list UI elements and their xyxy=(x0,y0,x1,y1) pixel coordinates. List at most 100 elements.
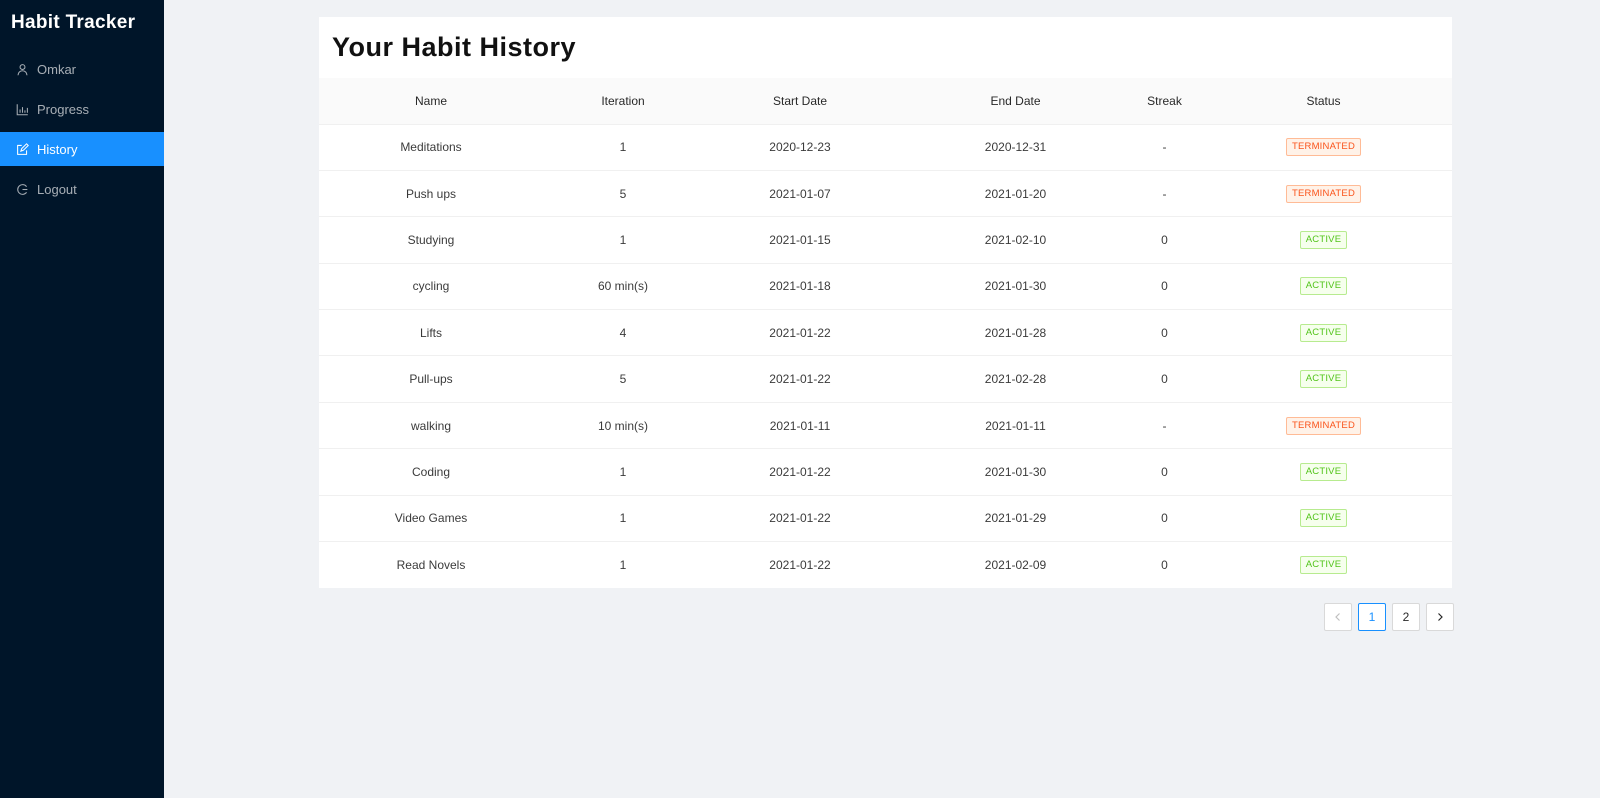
status-badge: ACTIVE xyxy=(1299,370,1348,389)
table-row[interactable]: Meditations 1 2020-12-23 2020-12-31 - TE… xyxy=(319,124,1452,171)
pagination: 1 2 xyxy=(1324,603,1454,631)
cell-end-date: 2021-01-20 xyxy=(897,170,1134,218)
table-row[interactable]: Coding 1 2021-01-22 2021-01-30 0 ACTIVE xyxy=(319,448,1452,496)
cell-start-date: 2021-01-22 xyxy=(703,448,897,496)
cell-status: ACTIVE xyxy=(1195,495,1452,543)
cell-start-date: 2021-01-18 xyxy=(703,263,897,311)
status-badge: TERMINATED xyxy=(1285,138,1362,157)
cell-status: ACTIVE xyxy=(1195,355,1452,403)
cell-status: TERMINATED xyxy=(1195,402,1452,450)
column-header-end-date[interactable]: End Date xyxy=(897,78,1134,125)
cell-streak: - xyxy=(1134,170,1195,218)
page-1-button[interactable]: 1 xyxy=(1358,603,1386,631)
status-badge: ACTIVE xyxy=(1299,277,1348,296)
cell-end-date: 2021-02-09 xyxy=(984,557,1047,572)
cell-status: ACTIVE xyxy=(1195,216,1452,264)
cell-iteration: 1 xyxy=(619,557,627,572)
cell-start-date: 2021-01-22 xyxy=(703,309,897,357)
cell-end-date: 2021-01-28 xyxy=(897,309,1134,357)
cell-name: cycling xyxy=(319,263,543,311)
cell-streak: 0 xyxy=(1134,309,1195,357)
sidebar-item-label: Omkar xyxy=(37,61,76,77)
cell-name: Lifts xyxy=(319,309,543,357)
table-row[interactable]: Push ups 5 2021-01-07 2021-01-20 - TERMI… xyxy=(319,170,1452,218)
habit-history-table: Name Iteration Start Date End Date Strea… xyxy=(319,78,1452,588)
cell-status: ACTIVE xyxy=(1195,263,1452,311)
table-row[interactable]: Pull-ups 5 2021-01-22 2021-02-28 0 ACTIV… xyxy=(319,355,1452,403)
sidebar-item-omkar[interactable]: Omkar xyxy=(0,52,164,86)
cell-start-date: 2021-01-22 xyxy=(703,495,897,543)
status-badge: ACTIVE xyxy=(1299,509,1348,528)
cell-streak: 0 xyxy=(1134,263,1195,311)
cell-name: Studying xyxy=(319,216,543,264)
page-title: Your Habit History xyxy=(332,32,577,62)
cell-streak: 0 xyxy=(1134,216,1195,264)
cell-iteration: 1 xyxy=(543,216,703,264)
cell-streak: - xyxy=(1134,402,1195,450)
cell-end-date: 2021-02-28 xyxy=(897,355,1134,403)
page-2-button[interactable]: 2 xyxy=(1392,603,1420,631)
chevron-left-icon xyxy=(1335,613,1340,621)
column-header-status[interactable]: Status xyxy=(1195,78,1452,125)
cell-streak: 0 xyxy=(1134,448,1195,496)
cell-start-date: 2020-12-23 xyxy=(703,124,897,171)
cell-end-date: 2020-12-31 xyxy=(897,124,1134,171)
user-icon xyxy=(16,63,29,76)
cell-status: ACTIVE xyxy=(1195,309,1452,357)
cell-name: Read Novels xyxy=(396,557,466,572)
bar-chart-icon xyxy=(16,103,29,116)
status-badge: ACTIVE xyxy=(1299,230,1348,249)
next-page-button[interactable] xyxy=(1426,603,1454,631)
cell-iteration: 5 xyxy=(543,170,703,218)
cell-start-date: 2021-01-07 xyxy=(703,170,897,218)
cell-iteration: 1 xyxy=(543,495,703,543)
logout-icon xyxy=(16,183,29,196)
table-row[interactable]: walking 10 min(s) 2021-01-11 2021-01-11 … xyxy=(319,402,1452,450)
cell-iteration: 5 xyxy=(543,355,703,403)
sidebar-item-logout[interactable]: Logout xyxy=(0,172,164,206)
cell-iteration: 1 xyxy=(543,124,703,171)
cell-end-date: 2021-01-30 xyxy=(897,263,1134,311)
table-row[interactable]: Studying 1 2021-01-15 2021-02-10 0 ACTIV… xyxy=(319,216,1452,264)
cell-streak: 0 xyxy=(1161,557,1168,572)
status-badge: ACTIVE xyxy=(1299,323,1348,342)
table-row[interactable]: Read Novels 1 2021-01-22 2021-02-09 0 AC… xyxy=(319,542,1452,588)
cell-name: Pull-ups xyxy=(319,355,543,403)
cell-name: Coding xyxy=(319,448,543,496)
cell-start-date: 2021-01-22 xyxy=(769,557,831,572)
prev-page-button[interactable] xyxy=(1324,603,1352,631)
cell-iteration: 1 xyxy=(543,448,703,496)
history-card: Your Habit History Name Iteration Start … xyxy=(319,17,1452,588)
sidebar-item-progress[interactable]: Progress xyxy=(0,92,164,126)
table-row[interactable]: Lifts 4 2021-01-22 2021-01-28 0 ACTIVE xyxy=(319,309,1452,357)
cell-iteration: 60 min(s) xyxy=(543,263,703,311)
cell-status: TERMINATED xyxy=(1195,170,1452,218)
table-header-row: Name Iteration Start Date End Date Strea… xyxy=(319,78,1452,125)
cell-streak: - xyxy=(1134,124,1195,171)
table-row[interactable]: Video Games 1 2021-01-22 2021-01-29 0 AC… xyxy=(319,495,1452,543)
cell-name: Meditations xyxy=(319,124,543,171)
cell-start-date: 2021-01-22 xyxy=(703,355,897,403)
cell-end-date: 2021-01-11 xyxy=(897,402,1134,450)
sidebar-item-history[interactable]: History xyxy=(0,132,164,166)
sidebar-item-label: Logout xyxy=(37,181,77,197)
cell-name: Video Games xyxy=(319,495,543,543)
cell-iteration: 10 min(s) xyxy=(543,402,703,450)
edit-icon xyxy=(16,142,29,156)
column-header-streak[interactable]: Streak xyxy=(1134,78,1195,125)
cell-end-date: 2021-01-29 xyxy=(897,495,1134,543)
cell-streak: 0 xyxy=(1134,355,1195,403)
cell-end-date: 2021-02-10 xyxy=(897,216,1134,264)
table-row[interactable]: cycling 60 min(s) 2021-01-18 2021-01-30 … xyxy=(319,263,1452,311)
cell-streak: 0 xyxy=(1134,495,1195,543)
column-header-start-date[interactable]: Start Date xyxy=(703,78,897,125)
cell-start-date: 2021-01-11 xyxy=(703,402,897,450)
column-header-name[interactable]: Name xyxy=(319,78,543,125)
cell-status: TERMINATED xyxy=(1195,124,1452,171)
cell-end-date: 2021-01-30 xyxy=(897,448,1134,496)
column-header-iteration[interactable]: Iteration xyxy=(543,78,703,125)
sidebar-menu: Omkar Progress History Logout xyxy=(0,52,164,206)
cell-status: ACTIVE xyxy=(1195,542,1452,588)
sidebar-item-label: Progress xyxy=(37,101,90,117)
cell-iteration: 4 xyxy=(543,309,703,357)
